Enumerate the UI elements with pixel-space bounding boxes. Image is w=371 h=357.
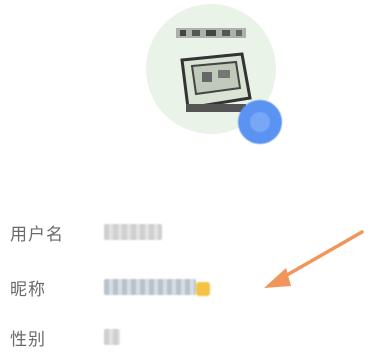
emoji-icon xyxy=(196,282,210,296)
camera-badge-icon[interactable] xyxy=(238,100,282,144)
gender-label: 性别 xyxy=(10,330,46,350)
profile-avatar[interactable] xyxy=(138,0,288,150)
profile-row-username[interactable]: 用户名 xyxy=(0,212,371,252)
nickname-value xyxy=(104,279,196,295)
username-value xyxy=(104,224,162,240)
username-label: 用户名 xyxy=(10,225,64,245)
gender-value xyxy=(104,329,120,345)
nickname-label: 昵称 xyxy=(10,280,46,300)
profile-row-nickname[interactable]: 昵称 xyxy=(0,267,371,307)
profile-row-gender[interactable]: 性别 xyxy=(0,317,371,357)
